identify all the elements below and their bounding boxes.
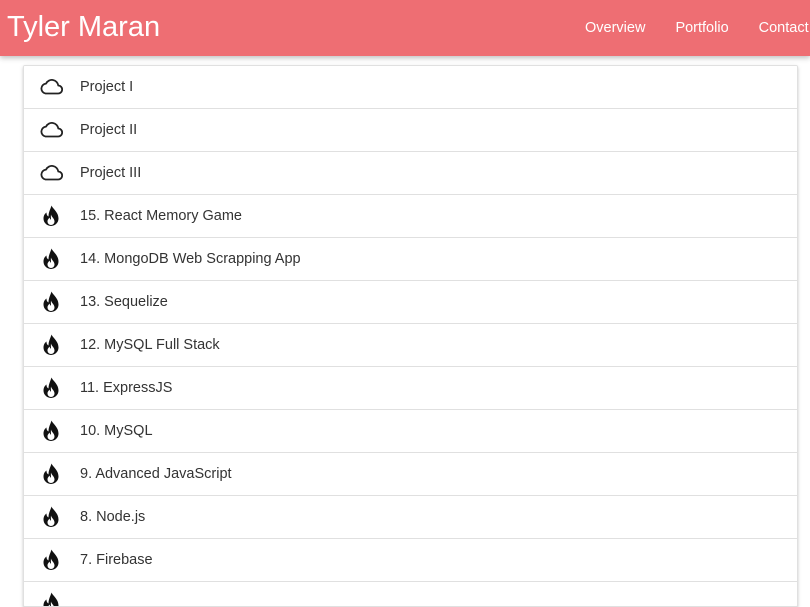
cloud-icon — [38, 117, 64, 143]
fire-icon — [38, 289, 64, 315]
project-list-item[interactable]: 8. Node.js — [24, 496, 797, 539]
nav-link-portfolio[interactable]: Portfolio — [660, 0, 743, 56]
project-label: 12. MySQL Full Stack — [80, 337, 220, 353]
fire-icon — [38, 590, 64, 606]
project-list-item[interactable]: 13. Sequelize — [24, 281, 797, 324]
fire-icon — [38, 547, 64, 573]
cloud-icon — [38, 160, 64, 186]
project-list-item[interactable]: 11. ExpressJS — [24, 367, 797, 410]
fire-icon — [38, 504, 64, 530]
project-list-item[interactable]: 12. MySQL Full Stack — [24, 324, 797, 367]
fire-icon — [38, 332, 64, 358]
project-label: 11. ExpressJS — [80, 380, 173, 396]
fire-icon — [38, 246, 64, 272]
project-label: 13. Sequelize — [80, 294, 168, 310]
project-label: 15. React Memory Game — [80, 208, 242, 224]
project-list-item[interactable]: Project II — [24, 109, 797, 152]
fire-icon — [38, 375, 64, 401]
project-list-item[interactable]: 14. MongoDB Web Scrapping App — [24, 238, 797, 281]
project-list-item[interactable]: 7. Firebase — [24, 539, 797, 582]
project-label: Project II — [80, 122, 138, 138]
fire-icon — [38, 418, 64, 444]
nav-link-overview[interactable]: Overview — [570, 0, 660, 56]
project-label: Project I — [80, 79, 134, 95]
project-list-item[interactable] — [24, 582, 797, 606]
project-list-item[interactable]: Project I — [24, 66, 797, 109]
project-label: 7. Firebase — [80, 552, 153, 568]
project-label: 10. MySQL — [80, 423, 153, 439]
project-label: 14. MongoDB Web Scrapping App — [80, 251, 301, 267]
project-label: Project III — [80, 165, 142, 181]
nav-links: Overview Portfolio Contact — [570, 0, 810, 56]
nav-link-contact[interactable]: Contact — [744, 0, 810, 56]
project-list-item[interactable]: 15. React Memory Game — [24, 195, 797, 238]
project-list-item[interactable]: 9. Advanced JavaScript — [24, 453, 797, 496]
fire-icon — [38, 203, 64, 229]
top-navbar: Tyler Maran Overview Portfolio Contact — [0, 0, 810, 56]
project-label: 9. Advanced JavaScript — [80, 466, 232, 482]
project-list-item[interactable]: Project III — [24, 152, 797, 195]
brand-logo[interactable]: Tyler Maran — [7, 9, 160, 45]
project-list-item[interactable]: 10. MySQL — [24, 410, 797, 453]
project-list: Project I Project II Project III 15. React … — [23, 65, 798, 607]
project-label: 8. Node.js — [80, 509, 146, 525]
fire-icon — [38, 461, 64, 487]
cloud-icon — [38, 74, 64, 100]
